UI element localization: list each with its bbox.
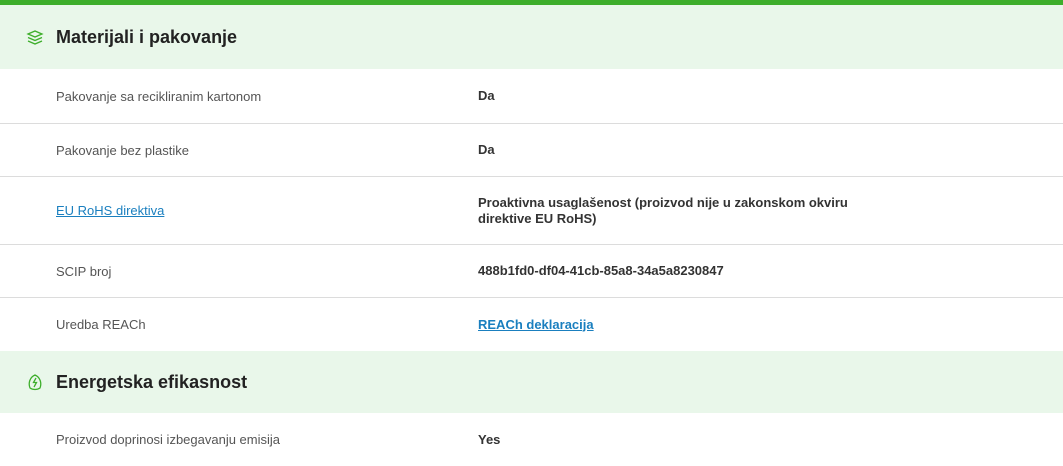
table-row: SCIP broj 488b1fd0-df04-41cb-85a8-34a5a8… bbox=[0, 245, 1063, 298]
row-label: EU RoHS direktiva bbox=[0, 203, 478, 218]
eu-rohs-link[interactable]: EU RoHS direktiva bbox=[56, 203, 164, 218]
reach-declaration-link[interactable]: REACh deklaracija bbox=[478, 317, 594, 332]
table-row: Proizvod doprinosi izbegavanju emisija Y… bbox=[0, 413, 1063, 466]
row-value: Proaktivna usaglašenost (proizvod nije u… bbox=[478, 194, 848, 226]
table-row: Pakovanje bez plastike Da bbox=[0, 124, 1063, 177]
table-row: Uredba REACh REACh deklaracija bbox=[0, 298, 1063, 351]
section-header-energy: Energetska efikasnost bbox=[0, 351, 1063, 413]
row-label: Proizvod doprinosi izbegavanju emisija bbox=[56, 432, 281, 447]
section-title-energy: Energetska efikasnost bbox=[56, 371, 248, 392]
row-label: SCIP broj bbox=[56, 263, 112, 279]
section-title-materials: Materijali i pakovanje bbox=[56, 26, 238, 47]
section-header-materials: Materijali i pakovanje bbox=[0, 5, 1063, 69]
layers-leaf-icon bbox=[26, 27, 46, 47]
row-label: Pakovanje sa recikliranim kartonom bbox=[56, 88, 262, 104]
row-value: Yes bbox=[478, 431, 501, 447]
row-label: Uredba REACh bbox=[56, 317, 146, 332]
row-value: 488b1fd0-df04-41cb-85a8-34a5a8230847 bbox=[478, 263, 724, 278]
row-value: REACh deklaracija bbox=[478, 317, 594, 333]
energy-leaf-icon bbox=[26, 372, 46, 392]
row-value: Da bbox=[478, 142, 495, 157]
row-value: Da bbox=[478, 88, 495, 103]
table-row: EU RoHS direktiva Proaktivna usaglašenos… bbox=[0, 177, 1063, 245]
table-row: Pakovanje sa recikliranim kartonom Da bbox=[0, 69, 1063, 124]
row-label: Pakovanje bez plastike bbox=[56, 142, 189, 158]
